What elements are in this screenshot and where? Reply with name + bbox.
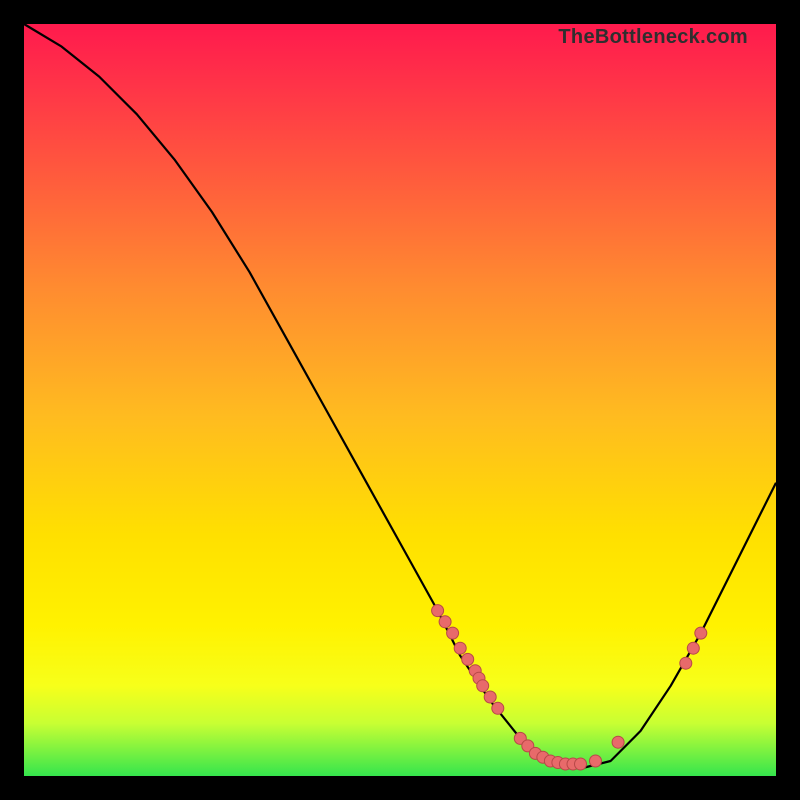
scatter-dot xyxy=(575,758,587,770)
scatter-dot xyxy=(447,627,459,639)
scatter-dot xyxy=(680,657,692,669)
scatter-dot xyxy=(462,653,474,665)
scatter-dot xyxy=(484,691,496,703)
scatter-dot xyxy=(695,627,707,639)
chart-area: TheBottleneck.com xyxy=(24,24,776,776)
chart-svg xyxy=(24,24,776,776)
scatter-dots xyxy=(432,605,707,770)
scatter-dot xyxy=(687,642,699,654)
scatter-dot xyxy=(492,702,504,714)
scatter-dot xyxy=(477,680,489,692)
scatter-dot xyxy=(432,605,444,617)
scatter-dot xyxy=(590,755,602,767)
scatter-dot xyxy=(439,616,451,628)
data-curve xyxy=(24,24,776,769)
scatter-dot xyxy=(454,642,466,654)
scatter-dot xyxy=(612,736,624,748)
